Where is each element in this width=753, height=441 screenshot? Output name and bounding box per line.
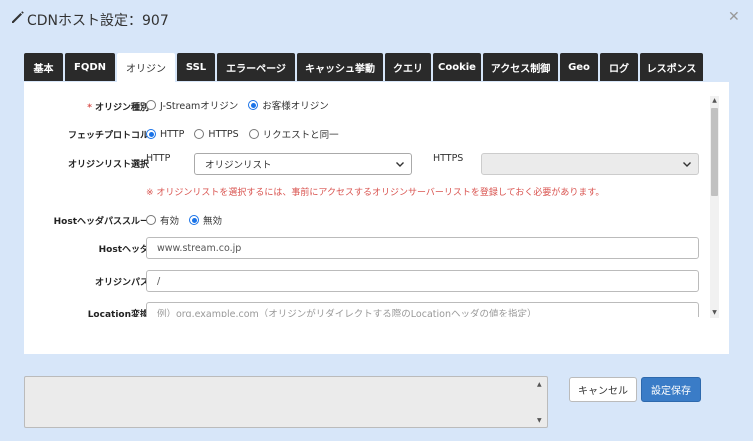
fetch-protocol-radio-group: HTTP HTTPS リクエストと同一: [146, 127, 349, 141]
radio-checked-icon[interactable]: [146, 129, 156, 139]
radio-icon[interactable]: [194, 129, 205, 139]
tab-error-page[interactable]: エラーページ: [217, 53, 295, 81]
tab-cookie[interactable]: Cookie: [433, 53, 481, 81]
origin-path-label: オリジンパス: [94, 278, 149, 288]
passthrough-enabled-radio[interactable]: 有効: [146, 213, 179, 227]
tab-fqdn[interactable]: FQDN: [65, 53, 115, 81]
origin-path-input[interactable]: /: [146, 270, 699, 292]
origin-list-http-select[interactable]: オリジンリスト: [194, 153, 412, 175]
radio-icon[interactable]: [146, 215, 156, 225]
origin-list-https-label: HTTPS: [433, 153, 464, 164]
host-header-passthrough-label: Hostヘッダパススルー: [53, 217, 149, 227]
save-settings-button[interactable]: 設定保存: [641, 377, 701, 402]
location-rewrite-input[interactable]: 例）org.example.com（オリジンがリダイレクトする際のLocatio…: [146, 302, 699, 317]
tab-query[interactable]: クエリ: [385, 53, 431, 81]
scrollbar-thumb[interactable]: [711, 108, 718, 196]
origin-list-note: ※ オリジンリストを選択するには、事前にアクセスするオリジンサーバーリストを登録…: [146, 188, 605, 198]
host-header-input[interactable]: www.stream.co.jp: [146, 237, 699, 259]
scroll-down-arrow-icon[interactable]: ▼: [537, 417, 542, 424]
tab-origin[interactable]: オリジン: [117, 53, 175, 82]
origin-list-https-select: [481, 153, 699, 175]
dialog-title-bar: CDNホスト設定：907 ✕: [0, 0, 753, 42]
origin-list-http-label: HTTP: [146, 153, 171, 164]
scroll-up-arrow-icon[interactable]: ▲: [710, 96, 719, 105]
radio-icon[interactable]: [248, 129, 259, 139]
fetch-protocol-same-radio[interactable]: リクエストと同一: [248, 127, 339, 141]
origin-type-radio-group: J-Streamオリジン お客様オリジン: [146, 98, 339, 112]
chevron-down-icon: [683, 162, 691, 167]
tab-bar: 基本 FQDN オリジン SSL エラーページ キャッシュ挙動 クエリ Cook…: [24, 53, 705, 82]
host-header-label: Hostヘッダ: [98, 245, 149, 255]
tab-response[interactable]: レスポンス: [640, 53, 703, 81]
origin-type-label: * オリジン種別: [87, 103, 149, 113]
tab-cache-behavior[interactable]: キャッシュ挙動: [297, 53, 383, 81]
radio-checked-icon[interactable]: [189, 215, 200, 225]
origin-type-jstream-radio[interactable]: J-Streamオリジン: [146, 98, 238, 112]
scroll-up-arrow-icon[interactable]: ▲: [537, 381, 542, 388]
scroll-down-arrow-icon[interactable]: ▼: [710, 308, 719, 317]
tab-log[interactable]: ログ: [600, 53, 638, 81]
fetch-protocol-label: フェッチプロトコル: [67, 131, 149, 141]
dialog-title: CDNホスト設定：907: [27, 13, 169, 29]
origin-type-customer-radio[interactable]: お客様オリジン: [248, 98, 329, 112]
radio-icon[interactable]: [146, 100, 156, 110]
radio-checked-icon[interactable]: [248, 100, 259, 110]
origin-form: * オリジン種別 J-Streamオリジン お客様オリジン フェッチプロトコル H…: [24, 95, 716, 317]
pencil-icon: [12, 11, 24, 23]
tab-panel-origin: * オリジン種別 J-Streamオリジン お客様オリジン フェッチプロトコル H…: [24, 82, 729, 354]
passthrough-disabled-radio[interactable]: 無効: [189, 213, 222, 227]
fetch-protocol-http-radio[interactable]: HTTP: [146, 129, 184, 140]
host-header-passthrough-radio-group: 有効 無効: [146, 213, 232, 227]
location-rewrite-label: Location変換: [87, 310, 149, 317]
tab-basic[interactable]: 基本: [24, 53, 63, 81]
close-icon[interactable]: ✕: [728, 10, 740, 24]
tab-ssl[interactable]: SSL: [177, 53, 215, 81]
message-textarea[interactable]: ▲ ▼: [24, 376, 548, 428]
tab-geo[interactable]: Geo: [560, 53, 598, 81]
origin-list-label: オリジンリスト選択: [67, 160, 149, 170]
fetch-protocol-https-radio[interactable]: HTTPS: [194, 129, 239, 140]
tab-access-control[interactable]: アクセス制御: [483, 53, 558, 81]
cancel-button[interactable]: キャンセル: [569, 377, 637, 402]
chevron-down-icon: [396, 162, 404, 167]
form-scrollbar[interactable]: ▲ ▼: [710, 96, 719, 318]
